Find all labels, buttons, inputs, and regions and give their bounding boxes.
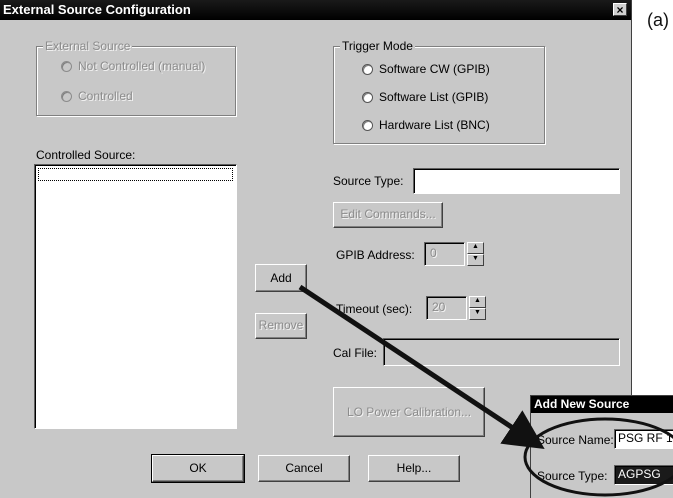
- radio-label: Software CW (GPIB): [379, 62, 490, 76]
- lo-power-calibration-button[interactable]: LO Power Calibration...: [333, 387, 485, 437]
- source-name-label: Source Name:: [537, 433, 614, 447]
- add-button[interactable]: Add: [255, 264, 307, 292]
- timeout-field[interactable]: 20: [426, 296, 467, 320]
- source-type-select[interactable]: AGPSG: [614, 465, 673, 485]
- source-type-field[interactable]: [413, 168, 620, 194]
- gpib-address-spinner[interactable]: ▲ ▼: [467, 242, 484, 266]
- radio-circle-icon: [362, 119, 373, 131]
- radio-circle-icon: [61, 90, 72, 102]
- close-button[interactable]: ×: [613, 3, 627, 16]
- gpib-address-field[interactable]: 0: [424, 242, 465, 266]
- list-focus-row: [38, 168, 233, 181]
- external-source-legend: External Source: [43, 39, 133, 53]
- cal-file-label: Cal File:: [333, 346, 378, 360]
- timeout-label: Timeout (sec):: [336, 302, 413, 316]
- cancel-button[interactable]: Cancel: [258, 455, 350, 482]
- spin-down-icon[interactable]: ▼: [467, 254, 484, 266]
- radio-software-cw[interactable]: Software CW (GPIB): [362, 62, 490, 76]
- radio-circle-icon: [362, 91, 373, 103]
- controlled-source-list[interactable]: [34, 164, 237, 429]
- timeout-spinner[interactable]: ▲ ▼: [469, 296, 486, 320]
- radio-label: Not Controlled (manual): [78, 59, 206, 73]
- radio-controlled[interactable]: Controlled: [61, 89, 133, 103]
- cal-file-field[interactable]: [383, 338, 620, 366]
- spin-up-icon[interactable]: ▲: [469, 296, 486, 308]
- source-name-field[interactable]: PSG RF 19: [614, 429, 673, 449]
- source-type-label: Source Type:: [333, 174, 404, 188]
- radio-hardware-list[interactable]: Hardware List (BNC): [362, 118, 490, 132]
- spin-down-icon[interactable]: ▼: [469, 308, 486, 320]
- trigger-mode-group: Trigger Mode Software CW (GPIB) Software…: [333, 39, 545, 144]
- radio-circle-icon: [61, 60, 72, 72]
- edit-commands-button[interactable]: Edit Commands...: [333, 202, 443, 228]
- radio-label: Software List (GPIB): [379, 90, 489, 104]
- spin-up-icon[interactable]: ▲: [467, 242, 484, 254]
- figure-annotation: (a): [647, 10, 669, 30]
- help-button[interactable]: Help...: [368, 455, 460, 482]
- add-new-source-title: Add New Source: [531, 396, 673, 413]
- trigger-mode-legend: Trigger Mode: [340, 39, 415, 53]
- radio-not-controlled[interactable]: Not Controlled (manual): [61, 59, 205, 73]
- controlled-source-label: Controlled Source:: [36, 148, 136, 162]
- radio-circle-icon: [362, 63, 373, 75]
- radio-software-list[interactable]: Software List (GPIB): [362, 90, 488, 104]
- radio-label: Hardware List (BNC): [379, 118, 490, 132]
- source-type-label-inset: Source Type:: [537, 469, 608, 483]
- ok-button[interactable]: OK: [151, 454, 245, 483]
- add-new-source-dialog: Add New Source Source Name: PSG RF 19 So…: [530, 395, 673, 498]
- gpib-address-label: GPIB Address:: [336, 248, 415, 262]
- title-bar: External Source Configuration ×: [0, 0, 631, 20]
- radio-label: Controlled: [78, 89, 133, 103]
- remove-button[interactable]: Remove: [255, 313, 307, 339]
- external-source-group: External Source Not Controlled (manual) …: [36, 39, 236, 116]
- dialog-title: External Source Configuration: [3, 2, 191, 17]
